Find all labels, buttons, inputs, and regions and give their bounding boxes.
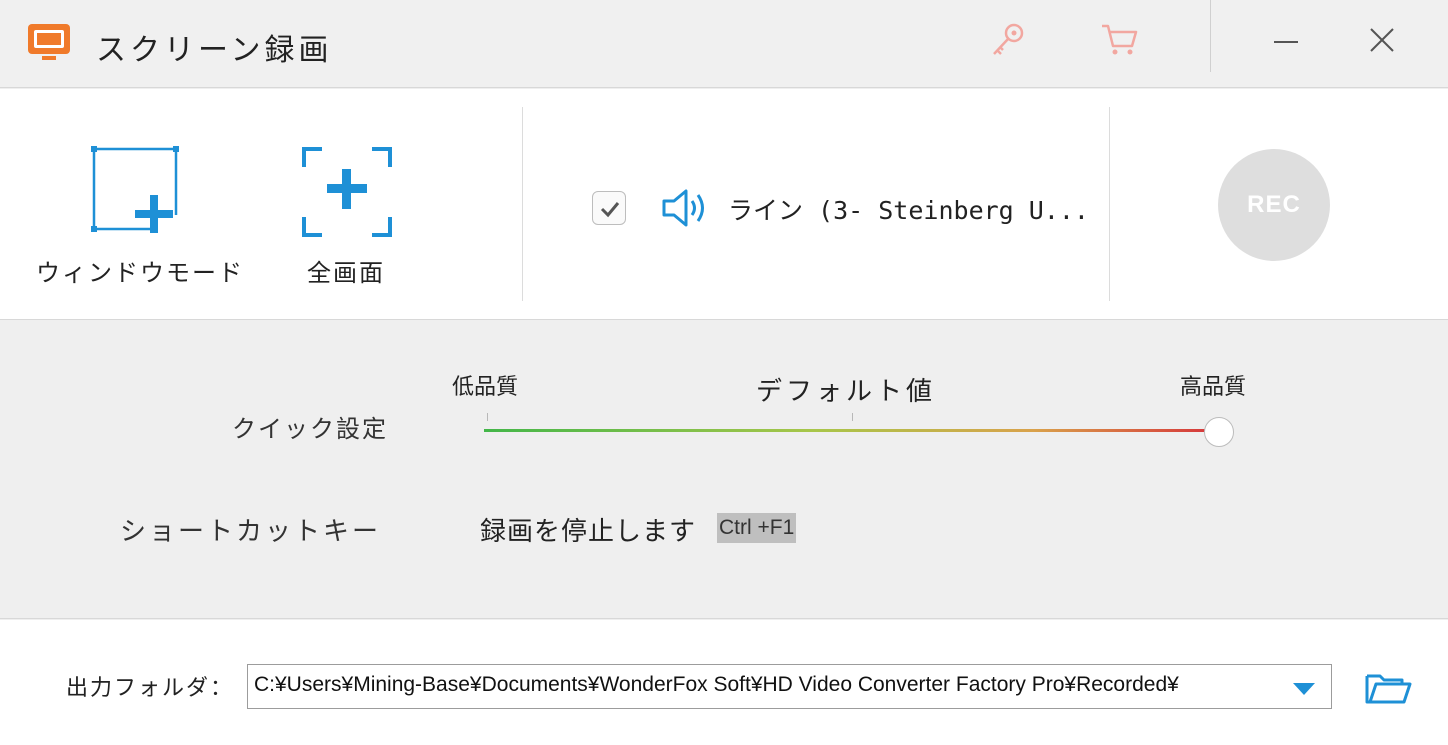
audio-checkbox[interactable]	[592, 191, 626, 225]
mode-panel: ウィンドウモード 全画面 ライン (3- Steinberg U... REC	[0, 89, 1448, 320]
speaker-icon	[662, 189, 704, 227]
quality-slider-thumb[interactable]	[1204, 417, 1234, 447]
output-folder-label: 出力フォルダ：	[66, 676, 235, 701]
minimize-icon[interactable]	[1266, 22, 1306, 62]
output-panel: 出力フォルダ： C:¥Users¥Mining-Base¥Documents¥W…	[0, 620, 1448, 745]
quick-settings-label: クイック設定	[232, 415, 388, 443]
slider-tick	[487, 413, 488, 421]
checkmark-icon	[600, 202, 620, 218]
key-icon[interactable]	[988, 20, 1028, 60]
title-bar: スクリーン録画	[0, 0, 1448, 88]
panel-separator	[522, 107, 523, 301]
low-quality-label: 低品質	[452, 375, 519, 400]
output-path-combobox[interactable]: C:¥Users¥Mining-Base¥Documents¥WonderFox…	[247, 664, 1332, 709]
full-screen-icon	[302, 147, 392, 237]
chevron-down-icon[interactable]	[1291, 681, 1317, 697]
window-select-icon	[91, 146, 188, 245]
output-path-text[interactable]: C:¥Users¥Mining-Base¥Documents¥WonderFox…	[254, 673, 1179, 697]
slider-tick	[852, 413, 853, 421]
screen-record-app-icon	[28, 24, 70, 60]
panel-separator	[1109, 107, 1110, 301]
audio-device-label[interactable]: ライン (3- Steinberg U...	[728, 191, 1089, 227]
window-mode-label: ウィンドウモード	[36, 259, 244, 287]
cart-icon[interactable]	[1100, 20, 1140, 60]
quality-slider-track[interactable]	[484, 429, 1216, 432]
high-quality-label: 高品質	[1180, 375, 1247, 400]
folder-open-icon[interactable]	[1364, 670, 1412, 706]
default-quality-label: デフォルト値	[756, 377, 937, 407]
window-title: スクリーン録画	[96, 33, 333, 68]
shortcut-key-label: ショートカットキー	[120, 517, 382, 547]
titlebar-separator	[1210, 0, 1211, 72]
shortcut-description: 録画を停止します	[480, 517, 697, 547]
settings-panel: クイック設定 低品質 デフォルト値 高品質 ショートカットキー 録画を停止します…	[0, 321, 1448, 619]
full-screen-label: 全画面	[307, 259, 385, 287]
full-screen-button[interactable]: 全画面	[280, 89, 412, 320]
shortcut-key-value[interactable]: Ctrl +F1	[717, 513, 797, 543]
close-icon[interactable]	[1362, 20, 1402, 60]
rec-button[interactable]: REC	[1218, 149, 1330, 261]
window-mode-button[interactable]: ウィンドウモード	[30, 89, 250, 320]
